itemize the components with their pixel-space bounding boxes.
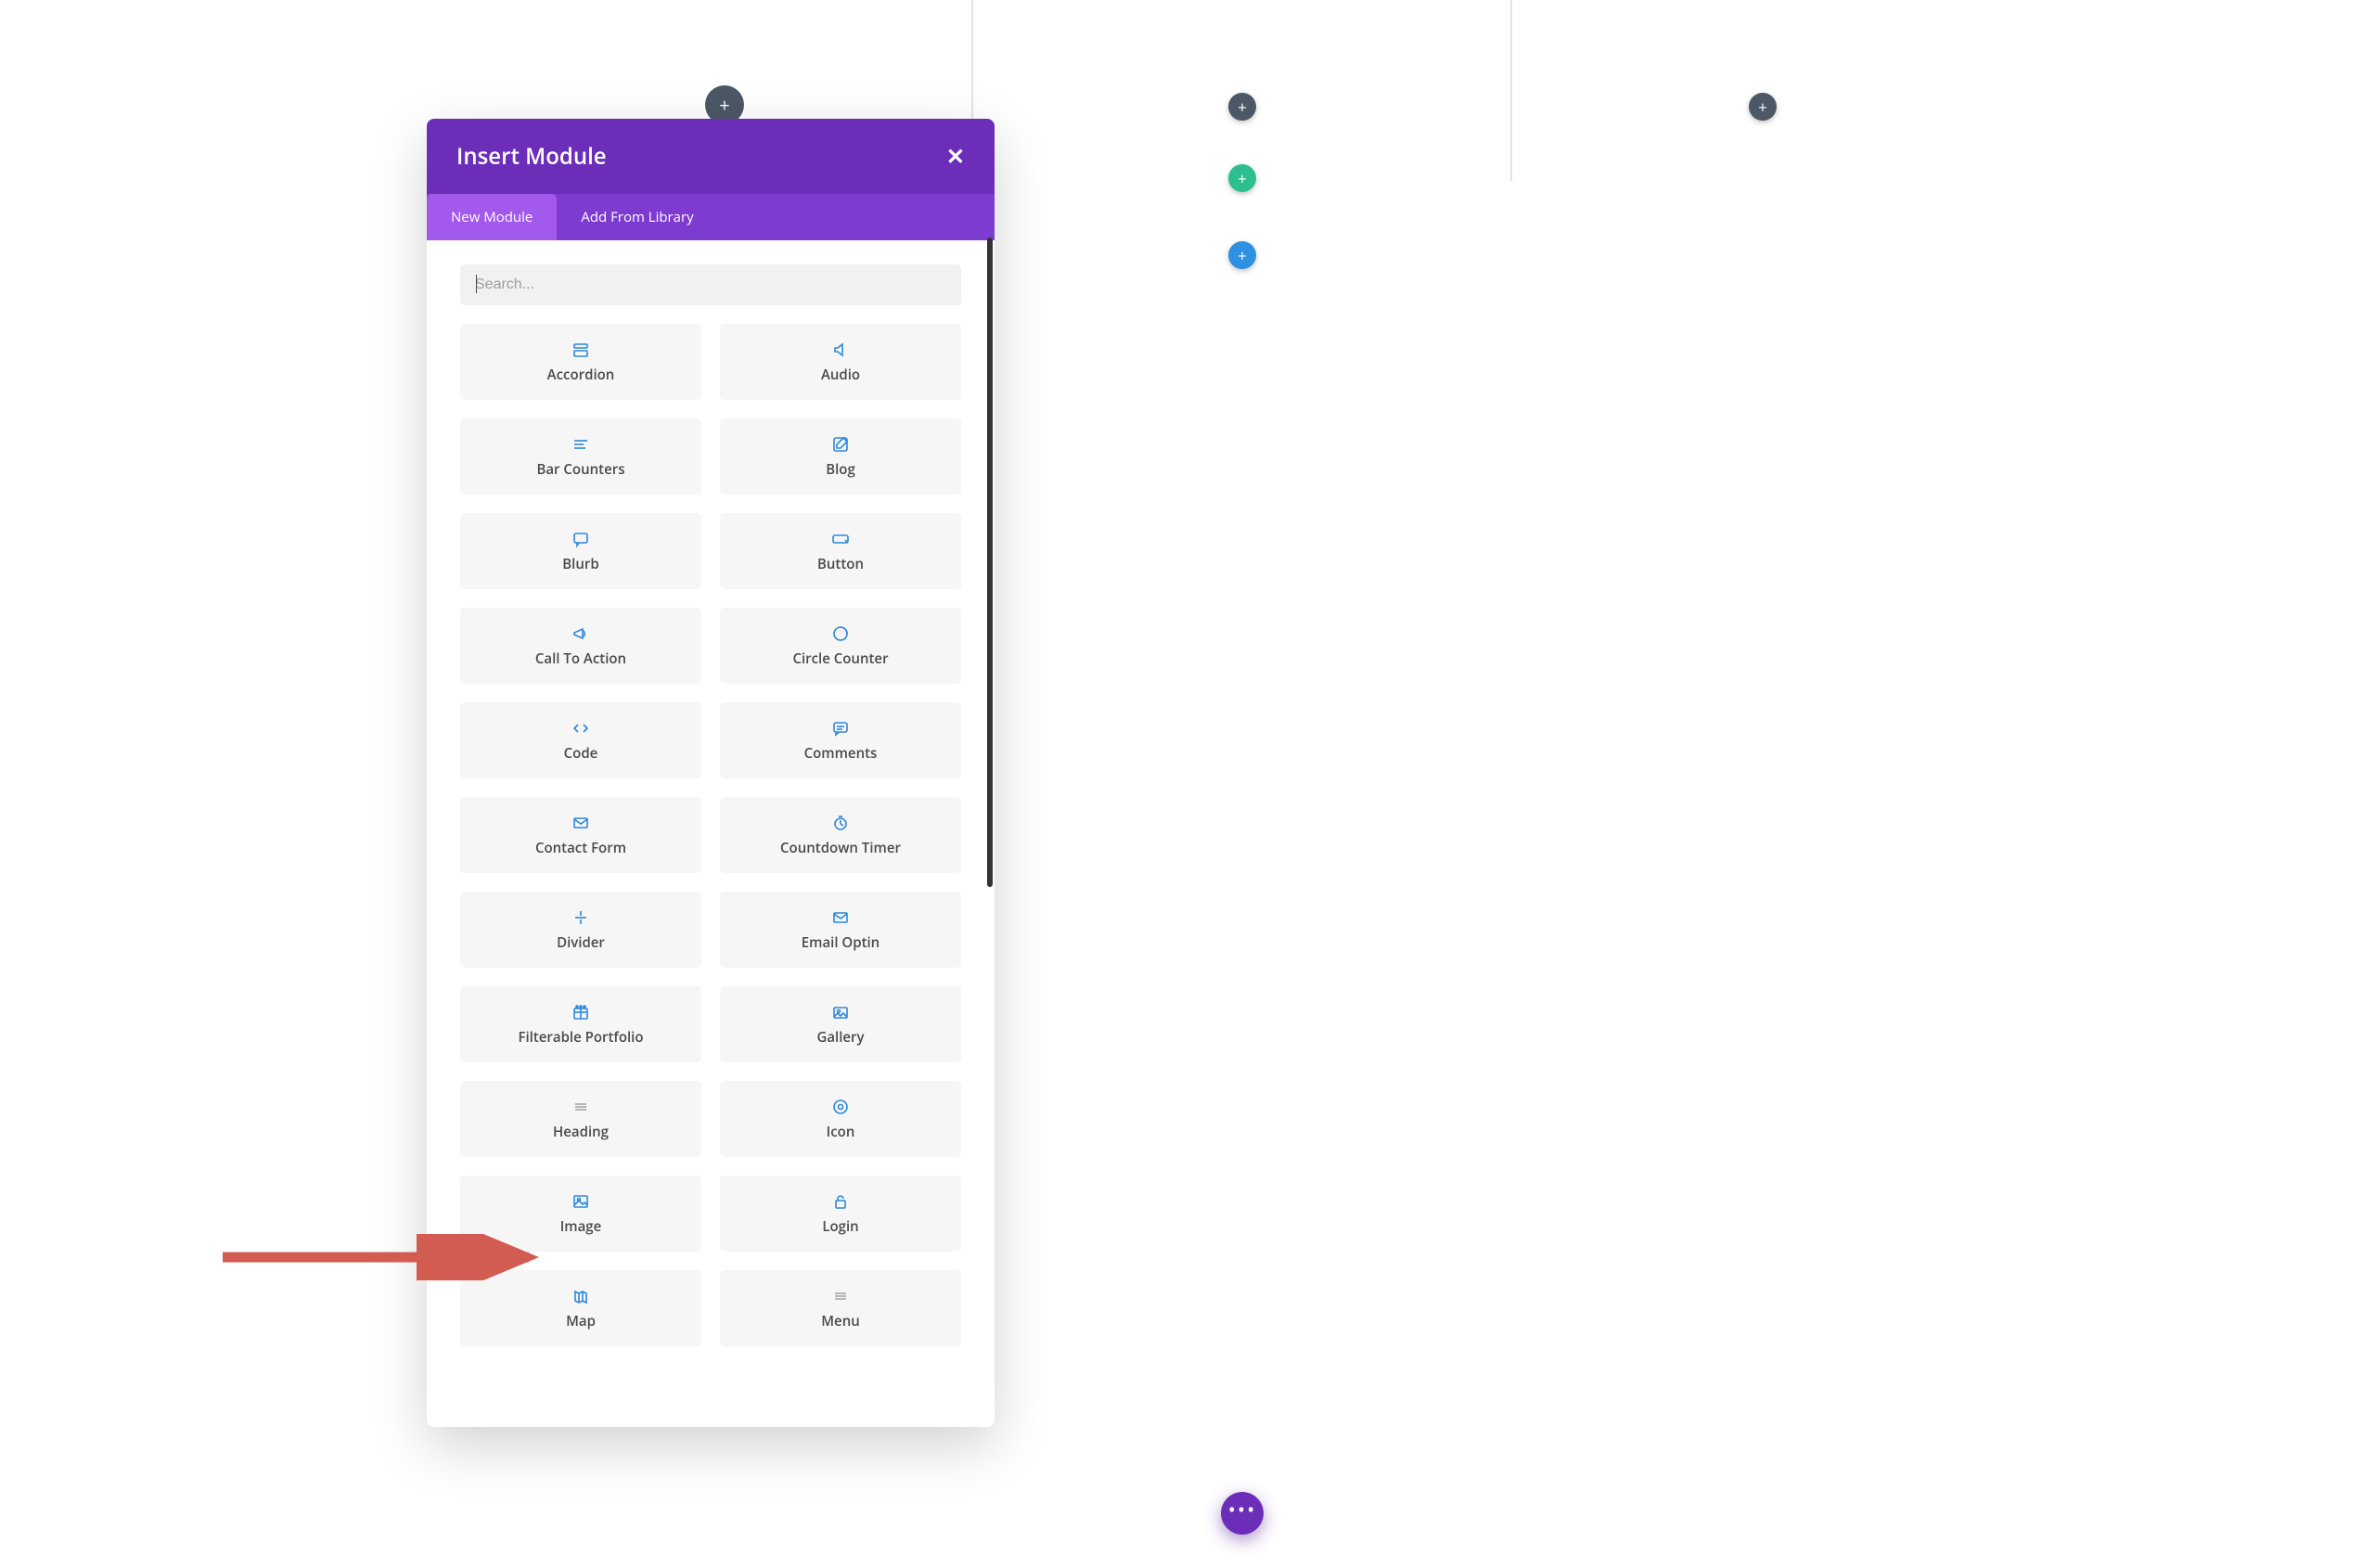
module-item-label: Circle Counter: [792, 649, 888, 668]
builder-more-button[interactable]: •••: [1221, 1492, 1264, 1535]
plus-icon: +: [719, 93, 729, 118]
comments-icon: [831, 718, 850, 739]
mail-icon: [831, 907, 850, 928]
tab-add-from-library[interactable]: Add From Library: [557, 194, 717, 240]
add-module-button-col3[interactable]: +: [1749, 93, 1777, 121]
map-icon: [571, 1286, 590, 1306]
module-item-label: Code: [564, 744, 598, 763]
text-caret: [476, 275, 477, 293]
module-item-label: Blog: [826, 460, 855, 479]
heading-icon: [571, 1097, 590, 1117]
close-icon: ✕: [946, 141, 965, 172]
add-section-button[interactable]: +: [1228, 241, 1256, 269]
module-item-label: Blurb: [562, 555, 598, 573]
module-item-label: Icon: [827, 1123, 855, 1141]
module-item-label: Image: [560, 1217, 602, 1236]
module-item-label: Filterable Portfolio: [518, 1028, 643, 1047]
module-grid: Accordion Audio Bar Counters Blog Blurb Butto…: [460, 324, 961, 1346]
search-input[interactable]: [460, 264, 961, 305]
module-item-accordion[interactable]: Accordion: [460, 324, 701, 400]
module-item-label: Bar Counters: [536, 460, 624, 479]
module-item-label: Email Optin: [802, 933, 879, 952]
module-item-label: Call To Action: [535, 649, 626, 668]
countdown-icon: [831, 813, 850, 833]
module-item-audio[interactable]: Audio: [720, 324, 961, 400]
image-icon: [571, 1191, 590, 1212]
module-item-label: Comments: [804, 744, 878, 763]
lock-icon: [831, 1191, 850, 1212]
module-item-label: Menu: [821, 1312, 860, 1330]
module-item-call-to-action[interactable]: Call To Action: [460, 608, 701, 684]
insert-module-modal: Insert Module ✕ New Module Add From Libr…: [427, 119, 995, 1427]
more-icon: •••: [1228, 1496, 1257, 1523]
modal-body: Accordion Audio Bar Counters Blog Blurb Butto…: [427, 240, 995, 1427]
close-button[interactable]: ✕: [946, 141, 965, 172]
module-item-bar-counters[interactable]: Bar Counters: [460, 418, 701, 495]
target-icon: [831, 1097, 850, 1117]
module-item-label: Login: [822, 1217, 858, 1236]
module-item-label: Accordion: [547, 366, 615, 384]
divider-icon: [571, 907, 590, 928]
scrollbar-thumb[interactable]: [987, 238, 993, 887]
tab-new-module[interactable]: New Module: [427, 194, 557, 240]
plus-icon: +: [1758, 99, 1767, 115]
portfolio-icon: [571, 1002, 590, 1022]
module-item-label: Button: [817, 555, 864, 573]
audio-icon: [831, 340, 850, 360]
module-item-map[interactable]: Map: [460, 1270, 701, 1346]
menu-icon: [831, 1286, 850, 1306]
plus-icon: +: [1238, 248, 1247, 263]
module-item-blog[interactable]: Blog: [720, 418, 961, 495]
module-item-button[interactable]: Button: [720, 513, 961, 589]
plus-icon: +: [1238, 99, 1247, 115]
module-item-divider[interactable]: Divider: [460, 892, 701, 968]
module-item-icon[interactable]: Icon: [720, 1081, 961, 1157]
module-item-countdown-timer[interactable]: Countdown Timer: [720, 797, 961, 873]
module-item-label: Countdown Timer: [780, 839, 901, 857]
module-item-label: Map: [566, 1312, 596, 1330]
modal-tabs: New Module Add From Library: [427, 194, 995, 240]
add-module-button-col2[interactable]: +: [1228, 93, 1256, 121]
modal-header: Insert Module ✕: [427, 119, 995, 194]
module-item-label: Divider: [557, 933, 605, 952]
module-item-label: Audio: [821, 366, 860, 384]
modal-title: Insert Module: [456, 141, 607, 172]
module-item-menu[interactable]: Menu: [720, 1270, 961, 1346]
module-item-label: Contact Form: [535, 839, 626, 857]
module-item-contact-form[interactable]: Contact Form: [460, 797, 701, 873]
button-icon: [831, 529, 850, 549]
module-item-heading[interactable]: Heading: [460, 1081, 701, 1157]
module-item-login[interactable]: Login: [720, 1176, 961, 1252]
circle-counter-icon: [831, 623, 850, 644]
module-item-code[interactable]: Code: [460, 702, 701, 778]
module-item-circle-counter[interactable]: Circle Counter: [720, 608, 961, 684]
gallery-icon: [831, 1002, 850, 1022]
mail-icon: [571, 813, 590, 833]
bar-counters-icon: [571, 434, 590, 455]
module-item-blurb[interactable]: Blurb: [460, 513, 701, 589]
code-icon: [571, 718, 590, 739]
module-item-comments[interactable]: Comments: [720, 702, 961, 778]
module-item-label: Gallery: [816, 1028, 864, 1047]
megaphone-icon: [571, 623, 590, 644]
plus-icon: +: [1238, 171, 1247, 186]
module-item-image[interactable]: Image: [460, 1176, 701, 1252]
module-item-gallery[interactable]: Gallery: [720, 986, 961, 1062]
module-item-label: Heading: [553, 1123, 609, 1141]
column-divider: [1510, 0, 1512, 181]
add-row-button[interactable]: +: [1228, 164, 1256, 192]
blurb-icon: [571, 529, 590, 549]
module-item-email-optin[interactable]: Email Optin: [720, 892, 961, 968]
blog-icon: [831, 434, 850, 455]
module-item-filterable-portfolio[interactable]: Filterable Portfolio: [460, 986, 701, 1062]
accordion-icon: [571, 340, 590, 360]
